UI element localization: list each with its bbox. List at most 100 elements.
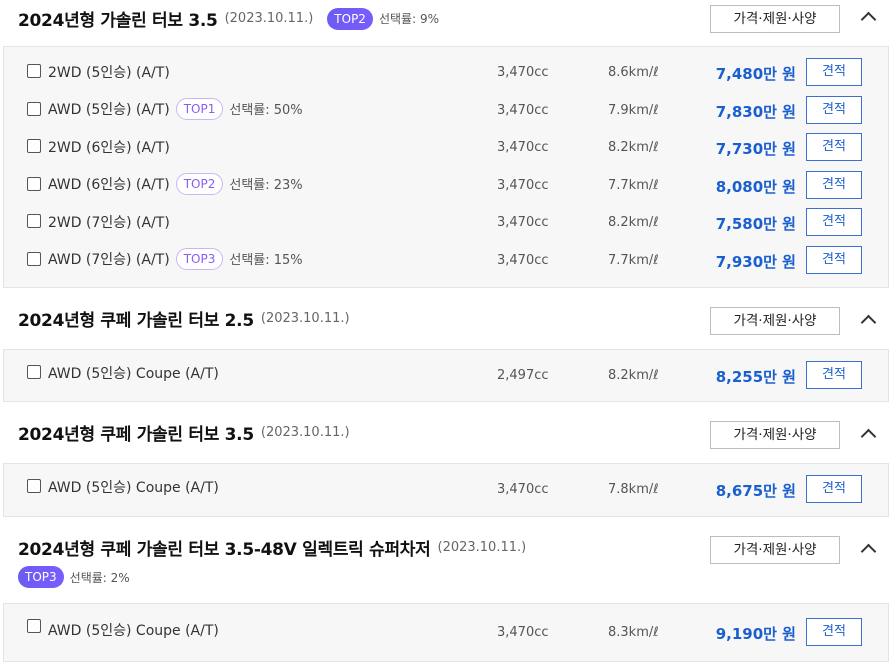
trim-checkbox[interactable] — [27, 251, 41, 266]
spec-button[interactable]: 가격·제원·사양 — [710, 307, 840, 335]
section-title: 2024년형 쿠페 가솔린 터보 3.5 — [18, 425, 254, 445]
model-section-1: 2024년형 가솔린 터보 3.5 (2023.10.11.) TOP2 선택률… — [0, 0, 892, 290]
section-header: 2024년형 쿠페 가솔린 터보 3.5 (2023.10.11.) 가격·제원… — [0, 403, 892, 463]
trim-name: AWD (5인승) (A/T) TOP1 선택률: 50% — [48, 97, 303, 120]
trim-list: AWD (5인승) Coupe (A/T) 2,497cc 8.2km/ℓ 8,… — [3, 349, 889, 402]
displacement: 3,470cc — [497, 140, 549, 155]
trim-name: 2WD (5인승) (A/T) — [48, 62, 170, 82]
trim-name-text: AWD (6인승) (A/T) — [48, 176, 170, 193]
displacement: 3,470cc — [497, 65, 549, 80]
trim-name: 2WD (7인승) (A/T) — [48, 212, 170, 232]
displacement: 3,470cc — [497, 102, 549, 118]
release-date: (2023.10.11.) — [224, 11, 314, 26]
trim-name-text: AWD (5인승) Coupe (A/T) — [48, 366, 219, 382]
chevron-up-icon[interactable] — [862, 313, 874, 325]
top-badge: TOP1 — [175, 97, 224, 120]
fuel-efficiency: 7.9km/ℓ — [608, 102, 659, 118]
model-section-3: 2024년형 쿠페 가솔린 터보 3.5 (2023.10.11.) 가격·제원… — [0, 403, 892, 517]
estimate-button[interactable]: 견적 — [806, 95, 862, 124]
trim-row: AWD (7인승) (A/T) TOP3 선택률: 15% 3,470cc 7.7k… — [4, 243, 888, 281]
trim-checkbox[interactable] — [27, 101, 41, 116]
chevron-up-icon[interactable] — [862, 542, 874, 554]
trim-name-text: 2WD (7인승) (A/T) — [48, 215, 170, 231]
trim-name-text: AWD (5인승) Coupe (A/T) — [48, 623, 219, 639]
trim-name-text: 2WD (6인승) (A/T) — [48, 140, 170, 156]
fuel-efficiency: 8.2km/ℓ — [608, 215, 659, 230]
displacement: 3,470cc — [497, 215, 549, 230]
trim-checkbox[interactable] — [27, 619, 41, 633]
price: 7,930만 원 — [715, 252, 796, 271]
trim-row: 2WD (5인승) (A/T) 3,470cc 8.6km/ℓ 7,480만 원… — [4, 55, 888, 93]
pick-rate-prefix: 선택률: — [378, 12, 420, 26]
trim-checkbox[interactable] — [27, 479, 41, 493]
section-header: 2024년형 가솔린 터보 3.5 (2023.10.11.) TOP2 선택률… — [0, 0, 892, 46]
top-badge: TOP2 — [175, 172, 224, 195]
trim-row: AWD (5인승) Coupe (A/T) 2,497cc 8.2km/ℓ 8,… — [4, 358, 888, 396]
pick-rate: 선택률: 9% — [379, 10, 439, 27]
spec-button[interactable]: 가격·제원·사양 — [710, 421, 840, 449]
trim-name: 2WD (6인승) (A/T) — [48, 137, 170, 157]
trim-name-text: AWD (5인승) (A/T) — [48, 101, 170, 118]
trim-checkbox[interactable] — [27, 214, 41, 228]
section-title: 2024년형 쿠페 가솔린 터보 2.5 — [18, 311, 254, 331]
trim-name: AWD (6인승) (A/T) TOP2 선택률: 23% — [48, 172, 303, 195]
trim-list: 2WD (5인승) (A/T) 3,470cc 8.6km/ℓ 7,480만 원… — [3, 46, 889, 288]
displacement: 3,470cc — [497, 252, 549, 268]
pick-rate-value: 9% — [419, 12, 439, 26]
displacement: 3,470cc — [497, 177, 549, 193]
trim-name: AWD (7인승) (A/T) TOP3 선택률: 15% — [48, 247, 303, 270]
release-date: (2023.10.11.) — [260, 311, 350, 326]
pick-rate: 선택률: 23% — [229, 178, 303, 193]
fuel-efficiency: 7.7km/ℓ — [608, 177, 659, 193]
pick-rate: 선택률: 50% — [229, 103, 303, 118]
trim-checkbox[interactable] — [27, 139, 41, 153]
model-section-4: 2024년형 쿠페 가솔린 터보 3.5-48V 일렉트릭 슈퍼차저 (2023… — [0, 517, 892, 662]
displacement: 3,470cc — [497, 625, 549, 640]
spec-button[interactable]: 가격·제원·사양 — [710, 536, 840, 564]
trim-checkbox[interactable] — [27, 176, 41, 191]
displacement: 2,497cc — [497, 368, 549, 383]
top-badge: TOP3 — [18, 566, 64, 588]
price: 8,080만 원 — [715, 177, 796, 196]
section-header: 2024년형 쿠페 가솔린 터보 2.5 (2023.10.11.) 가격·제원… — [0, 290, 892, 349]
price: 9,190만 원 — [715, 625, 796, 643]
top-badge: TOP2 — [327, 7, 373, 30]
trim-name: AWD (5인승) Coupe (A/T) — [48, 363, 219, 383]
trim-name: AWD (5인승) Coupe (A/T) — [48, 620, 219, 640]
trim-row: 2WD (6인승) (A/T) 3,470cc 8.2km/ℓ 7,730만 원… — [4, 130, 888, 168]
top-badge: TOP3 — [175, 247, 224, 270]
chevron-up-icon[interactable] — [862, 427, 874, 439]
trim-list: AWD (5인승) Coupe (A/T) 3,470cc 8.3km/ℓ 9,… — [3, 603, 889, 662]
model-section-2: 2024년형 쿠페 가솔린 터보 2.5 (2023.10.11.) 가격·제원… — [0, 290, 892, 403]
price: 7,830만 원 — [715, 102, 796, 121]
estimate-button[interactable]: 견적 — [806, 170, 862, 199]
chevron-up-icon[interactable] — [862, 10, 874, 22]
trim-checkbox[interactable] — [27, 365, 41, 379]
fuel-efficiency: 8.2km/ℓ — [608, 140, 659, 155]
pick-rate: 선택률: 15% — [229, 253, 303, 268]
estimate-button[interactable]: 견적 — [806, 361, 862, 389]
fuel-efficiency: 8.6km/ℓ — [608, 65, 659, 80]
estimate-button[interactable]: 견적 — [806, 133, 862, 161]
trim-list: AWD (5인승) Coupe (A/T) 3,470cc 7.8km/ℓ 8,… — [3, 463, 889, 517]
release-date: (2023.10.11.) — [260, 425, 350, 440]
spec-button[interactable]: 가격·제원·사양 — [710, 5, 840, 33]
trim-row: AWD (5인승) Coupe (A/T) 3,470cc 8.3km/ℓ 9,… — [4, 612, 888, 650]
fuel-efficiency: 7.7km/ℓ — [608, 252, 659, 268]
trim-name-text: 2WD (5인승) (A/T) — [48, 65, 170, 81]
pick-rate: 선택률: 2% — [69, 570, 130, 585]
trim-name: AWD (5인승) Coupe (A/T) — [48, 477, 219, 497]
fuel-efficiency: 7.8km/ℓ — [608, 482, 659, 497]
fuel-efficiency: 8.2km/ℓ — [608, 368, 659, 383]
estimate-button[interactable]: 견적 — [806, 58, 862, 86]
fuel-efficiency: 8.3km/ℓ — [608, 625, 659, 640]
estimate-button[interactable]: 견적 — [806, 208, 862, 236]
estimate-button[interactable]: 견적 — [806, 245, 862, 274]
price: 7,730만 원 — [715, 140, 796, 158]
trim-checkbox[interactable] — [27, 64, 41, 78]
price: 7,480만 원 — [715, 65, 796, 83]
estimate-button[interactable]: 견적 — [806, 618, 862, 646]
trim-name-text: AWD (7인승) (A/T) — [48, 251, 170, 268]
estimate-button[interactable]: 견적 — [806, 475, 862, 503]
displacement: 3,470cc — [497, 482, 549, 497]
